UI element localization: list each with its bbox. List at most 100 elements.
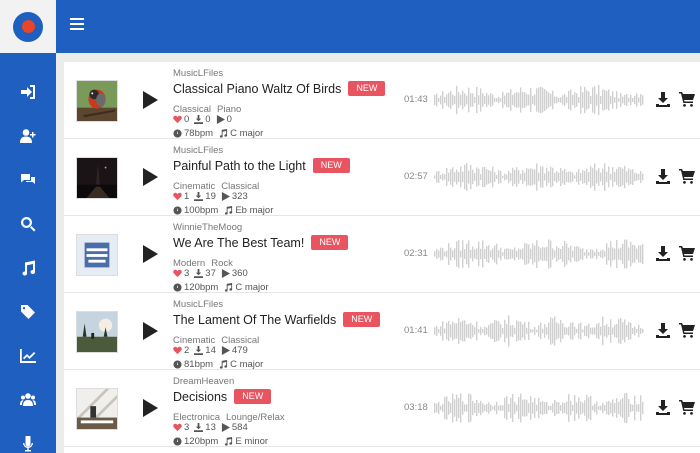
waveform-bar	[488, 325, 490, 337]
sidebar-item-add-user[interactable]	[0, 116, 56, 156]
waveform-bar	[596, 170, 598, 184]
waveform-bar	[588, 172, 590, 182]
waveform-bar	[486, 404, 488, 412]
waveform-bar	[548, 171, 550, 183]
users-icon	[20, 393, 36, 406]
heart-icon[interactable]	[173, 423, 182, 432]
heart-icon[interactable]	[173, 269, 182, 278]
waveform-bar	[552, 318, 554, 344]
waveform-bar	[520, 87, 522, 113]
waveform-bar	[476, 321, 478, 341]
track-cover-night[interactable]	[76, 157, 118, 199]
waveform-bar	[452, 167, 454, 187]
play-icon[interactable]	[142, 168, 158, 186]
waveform[interactable]	[434, 159, 644, 195]
track-stats: 1 19 323	[173, 190, 433, 203]
waveform-bar	[636, 93, 638, 107]
waveform-bar	[564, 402, 566, 414]
cart-icon[interactable]	[679, 322, 695, 338]
sidebar-item-tag[interactable]	[0, 292, 56, 332]
play-icon[interactable]	[142, 399, 158, 417]
waveform-bar	[488, 245, 490, 263]
waveform-bar	[478, 168, 480, 186]
app-logo[interactable]	[0, 0, 56, 53]
waveform-bar	[640, 395, 642, 421]
play-icon[interactable]	[142, 322, 158, 340]
track-cover-field[interactable]	[76, 311, 118, 353]
waveform-bar	[572, 404, 574, 412]
download-icon[interactable]	[656, 323, 670, 338]
waveform-bar	[626, 171, 628, 183]
waveform-bar	[494, 98, 496, 102]
cart-icon[interactable]	[679, 91, 695, 107]
waveform-bar	[536, 240, 538, 268]
waveform-bar	[544, 324, 546, 338]
waveform-bar	[510, 397, 512, 419]
track-title[interactable]: The Lament Of The Warfields	[173, 313, 336, 327]
track-title[interactable]: Decisions	[173, 390, 227, 404]
cart-icon[interactable]	[679, 245, 695, 261]
waveform-bar	[438, 250, 440, 258]
waveform-bar	[458, 92, 460, 108]
sidebar-item-microphone[interactable]	[0, 424, 56, 453]
waveform-bar	[480, 326, 482, 336]
waveform-bar	[466, 324, 468, 338]
track-artist[interactable]: WinnieTheMoog	[173, 222, 433, 234]
waveform-bar	[594, 251, 596, 257]
track-title[interactable]: We Are The Best Team!	[173, 236, 304, 250]
track-artist[interactable]: MusicLFiles	[173, 145, 433, 157]
waveform-bar	[542, 166, 544, 188]
sidebar-item-comments[interactable]	[0, 160, 56, 200]
track-title[interactable]: Painful Path to the Light	[173, 159, 306, 173]
sidebar-item-search[interactable]	[0, 204, 56, 244]
download-icon[interactable]	[656, 400, 670, 415]
heart-icon[interactable]	[173, 346, 182, 355]
menu-icon[interactable]	[70, 18, 84, 30]
download-icon[interactable]	[656, 246, 670, 261]
heart-icon[interactable]	[173, 192, 182, 201]
waveform-bar	[638, 174, 640, 180]
waveform-bar	[528, 244, 530, 264]
play-icon[interactable]	[142, 91, 158, 109]
waveform-bar	[568, 90, 570, 110]
track-cover-stripes[interactable]	[76, 388, 118, 430]
waveform-bar	[602, 402, 604, 414]
track-artist[interactable]: DreamHeaven	[173, 376, 433, 388]
likes-count: 3	[184, 268, 190, 279]
waveform-bar	[608, 89, 610, 111]
waveform-bar	[602, 249, 604, 259]
sidebar-item-chart[interactable]	[0, 336, 56, 376]
track-cover-bird[interactable]	[76, 80, 118, 122]
track-title[interactable]: Classical Piano Waltz Of Birds	[173, 82, 341, 96]
waveform-bar	[482, 93, 484, 107]
waveform-bar	[604, 163, 606, 191]
download-icon[interactable]	[656, 92, 670, 107]
waveform-bar	[638, 97, 640, 103]
sidebar-item-music[interactable]	[0, 248, 56, 288]
waveform[interactable]	[434, 313, 644, 349]
waveform-bar	[478, 241, 480, 267]
waveform-bar	[614, 97, 616, 103]
waveform[interactable]	[434, 236, 644, 272]
waveform[interactable]	[434, 390, 644, 426]
waveform-bar	[460, 250, 462, 258]
waveform-bar	[452, 94, 454, 106]
waveform-bar	[612, 167, 614, 187]
heart-icon[interactable]	[173, 115, 182, 124]
waveform-bar	[610, 241, 612, 267]
cart-icon[interactable]	[679, 168, 695, 184]
waveform-bar	[478, 402, 480, 414]
sidebar-item-users[interactable]	[0, 380, 56, 420]
waveform-bar	[510, 88, 512, 112]
track-artist[interactable]: MusicLFiles	[173, 299, 433, 311]
download-icon[interactable]	[656, 169, 670, 184]
sidebar-item-login[interactable]	[0, 72, 56, 112]
play-icon[interactable]	[142, 245, 158, 263]
waveform[interactable]	[434, 82, 644, 118]
waveform-bar	[614, 248, 616, 260]
waveform-bar	[584, 170, 586, 184]
track-cover-team[interactable]	[76, 234, 118, 276]
plays-icon	[221, 346, 230, 355]
cart-icon[interactable]	[679, 399, 695, 415]
track-artist[interactable]: MusicLFiles	[173, 68, 433, 80]
